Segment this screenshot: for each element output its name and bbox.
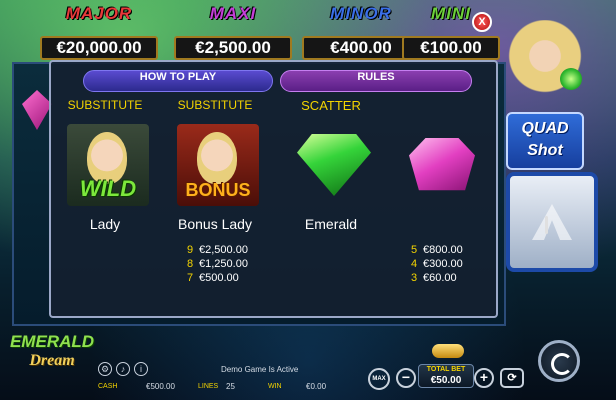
tab-how-to-play[interactable]: HOW TO PLAY	[83, 70, 273, 92]
payout-count: 9	[187, 244, 194, 256]
payout-amount: €2,500.00	[199, 244, 248, 256]
payout-amount: €1,250.00	[199, 258, 248, 270]
decrease-bet-button[interactable]: −	[396, 368, 416, 388]
payout-row: 8 €1,250.00	[187, 258, 277, 270]
pink-gem-shape	[409, 138, 475, 191]
symbol-emerald: SCATTER Emerald	[281, 96, 381, 346]
lady-wild-icon: WILD	[67, 124, 149, 206]
emerald-shape	[297, 134, 371, 196]
panel-tabs: HOW TO PLAY RULES	[83, 70, 518, 94]
jackpot-value: €100.00	[402, 36, 500, 60]
payout-amount: €300.00	[423, 258, 463, 270]
max-bet-button[interactable]: MAX	[368, 368, 390, 390]
win-value: €0.00	[306, 382, 327, 391]
settings-icon[interactable]: ⚙	[98, 362, 112, 376]
total-bet-value: €50.00	[430, 375, 462, 386]
symbol-bonus-lady: SUBSTITUTE BONUS Bonus Lady 9 €2,500.00 8…	[165, 96, 265, 346]
tab-rules[interactable]: RULES	[280, 70, 472, 92]
wild-badge: WILD	[79, 176, 137, 201]
emerald-gem-icon	[293, 124, 375, 206]
win-label: WIN	[268, 383, 282, 390]
scrollbar-thumb[interactable]	[545, 216, 548, 234]
bonus-badge: BONUS	[185, 180, 251, 200]
payout-count: 5	[411, 244, 418, 256]
payout-amount: €800.00	[423, 244, 463, 256]
payout-row: 7 €500.00	[187, 272, 277, 284]
logo-line: EMERALD	[9, 332, 95, 351]
symbol-pink-gem: 5 €800.00 4 €300.00 3 €60.00	[389, 96, 489, 346]
lady-portrait	[500, 20, 590, 110]
paytable-panel: HOW TO PLAY RULES SUBSTITUTE WILD Lady S…	[49, 60, 548, 318]
payout-amount: €60.00	[423, 272, 457, 284]
pink-gem-icon	[401, 124, 483, 206]
demo-message: Demo Game Is Active	[221, 365, 299, 374]
payout-amount: €500.00	[199, 272, 239, 284]
sound-icon[interactable]: ♪	[116, 362, 130, 376]
payout-count: 7	[187, 272, 194, 284]
close-button[interactable]: X	[472, 12, 492, 32]
emerald-icon	[560, 68, 582, 90]
total-bet-label: TOTAL BET	[426, 366, 466, 373]
jackpot-bar: MAJOR €20,000.00 MAXI €2,500.00 MINOR €4…	[40, 2, 500, 62]
quad-shot-logo: QUAD Shot	[506, 112, 584, 170]
quad-shot-window	[506, 172, 598, 272]
jackpot-title: MAJOR	[65, 4, 133, 23]
symbol-header: SUBSTITUTE	[67, 98, 143, 112]
cash-label: CASH	[98, 383, 118, 390]
symbol-name: Emerald	[304, 216, 358, 232]
jackpot-value: €2,500.00	[174, 36, 292, 60]
increase-bet-button[interactable]: +	[474, 368, 494, 388]
symbol-name: Bonus Lady	[178, 216, 252, 232]
jackpot-maxi: MAXI €2,500.00	[174, 2, 292, 62]
jackpot-value: €20,000.00	[40, 36, 158, 60]
lines-label: LINES	[198, 383, 219, 390]
logo-line: Shot	[527, 142, 563, 159]
payout-row: 9 €2,500.00	[187, 244, 277, 256]
logo-line: QUAD	[521, 120, 569, 137]
jackpot-major: MAJOR €20,000.00	[40, 2, 158, 62]
symbol-header: SCATTER	[301, 98, 361, 113]
payout-count: 4	[411, 258, 418, 270]
payout-row: 3 €60.00	[411, 272, 501, 284]
autoplay-icon[interactable]: ⟳	[500, 368, 524, 388]
symbol-header: SUBSTITUTE	[177, 98, 253, 112]
coins-icon	[432, 344, 464, 358]
jackpot-title: MAXI	[209, 4, 257, 23]
info-icon[interactable]: i	[134, 362, 148, 376]
lady-bonus-icon: BONUS	[177, 124, 259, 206]
lady-face-icon	[197, 132, 237, 184]
symbol-lady: SUBSTITUTE WILD Lady	[55, 96, 155, 346]
cash-value: €500.00	[146, 382, 175, 391]
lines-value: 25	[226, 382, 235, 391]
symbol-name: Lady	[89, 216, 121, 232]
payout-count: 8	[187, 258, 194, 270]
payout-row: 4 €300.00	[411, 258, 501, 270]
jackpot-mini: MINI €100.00	[402, 2, 500, 62]
payout-row: 5 €800.00	[411, 244, 501, 256]
spin-button[interactable]	[538, 340, 580, 382]
payout-count: 3	[411, 272, 418, 284]
